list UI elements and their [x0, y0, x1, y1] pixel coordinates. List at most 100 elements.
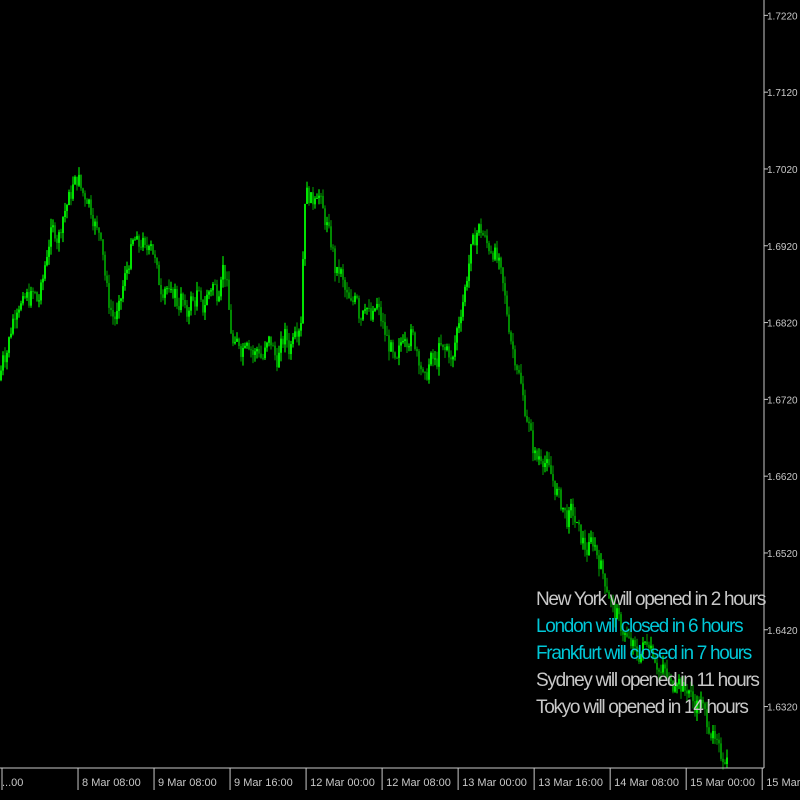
candle-body — [528, 421, 530, 424]
candle-body — [156, 257, 158, 265]
candle-body — [500, 257, 502, 268]
candle-body — [406, 339, 408, 348]
price-tick-label: 1.7220 — [767, 11, 798, 22]
candle-body — [450, 357, 452, 360]
candle-body — [0, 370, 2, 381]
candle-body — [12, 318, 14, 334]
session-tokyo: Tokyo will opened in 14 hours — [536, 697, 749, 718]
candle-body — [46, 256, 48, 266]
candle-body — [712, 730, 714, 739]
candle-body — [596, 545, 598, 556]
candle-body — [586, 549, 588, 556]
candle-body — [436, 358, 438, 367]
candle-body — [270, 336, 272, 346]
candle-body — [56, 238, 58, 243]
candle-body — [104, 254, 106, 276]
candle-body — [470, 244, 472, 264]
candle-body — [60, 232, 62, 234]
candle-body — [502, 267, 504, 284]
candle-body — [74, 176, 76, 185]
candle-body — [26, 292, 28, 298]
candle-body — [474, 234, 476, 246]
candle-body — [268, 336, 270, 343]
candle-body — [440, 343, 442, 345]
candle-body — [146, 244, 148, 251]
candle-body — [238, 338, 240, 347]
candle-body — [10, 333, 12, 338]
candle-body — [266, 342, 268, 348]
candle-body — [140, 246, 142, 248]
candle-body — [426, 372, 428, 380]
candle-body — [202, 299, 204, 313]
candle-body — [176, 289, 178, 307]
candle-body — [376, 303, 378, 309]
candle-body — [446, 346, 448, 351]
candle-body — [278, 352, 280, 368]
candle-body — [98, 227, 100, 233]
candle-body — [34, 292, 36, 294]
candle-body — [150, 244, 152, 247]
price-tick-label: 1.7020 — [767, 165, 798, 176]
candle-body — [166, 288, 168, 290]
candle-body — [230, 309, 232, 334]
candle-body — [220, 279, 222, 297]
candle-body — [38, 300, 40, 302]
candle-body — [286, 329, 288, 341]
candle-body — [578, 522, 580, 525]
candle-body — [380, 307, 382, 322]
candle-body — [8, 337, 10, 353]
candle-body — [194, 300, 196, 307]
time-tick-label: 9 Mar 08:00 — [158, 777, 217, 789]
candle-body — [262, 357, 264, 359]
candle-body — [344, 279, 346, 290]
candle-body — [530, 423, 532, 431]
candle-body — [554, 480, 556, 495]
candle-body — [354, 295, 356, 302]
candle-body — [550, 465, 552, 475]
candle-body — [360, 318, 362, 320]
candle-body — [78, 174, 80, 186]
candle-body — [180, 293, 182, 311]
candle-body — [524, 395, 526, 416]
candle-body — [284, 329, 286, 345]
candle-body — [66, 205, 68, 211]
candle-body — [724, 762, 726, 765]
candle-body — [362, 310, 364, 320]
candle-body — [494, 247, 496, 260]
candle-body — [714, 730, 716, 739]
candle-body — [336, 266, 338, 274]
candle-body — [460, 316, 462, 324]
candle-body — [100, 232, 102, 240]
candle-body — [132, 239, 134, 245]
candle-body — [330, 226, 332, 248]
candle-body — [444, 347, 446, 351]
candle-body — [720, 743, 722, 759]
candle-body — [212, 283, 214, 291]
candle-body — [434, 358, 436, 360]
candle-body — [396, 357, 398, 359]
candle-body — [178, 306, 180, 311]
candle-body — [214, 283, 216, 285]
candle-body — [144, 237, 146, 245]
candle-body — [366, 307, 368, 310]
candle-body — [486, 235, 488, 244]
candle-body — [594, 545, 596, 547]
candle-body — [472, 234, 474, 245]
candle-body — [552, 474, 554, 481]
candle-body — [276, 355, 278, 368]
candle-body — [422, 369, 424, 372]
candle-body — [418, 351, 420, 366]
candle-body — [468, 263, 470, 282]
candle-body — [68, 192, 70, 206]
candle-body — [570, 503, 572, 511]
candle-body — [430, 352, 432, 365]
candle-body — [346, 289, 348, 293]
candle-body — [148, 246, 150, 251]
time-tick-label: 13 Mar 16:00 — [538, 777, 603, 789]
time-tick-label: 9 Mar 16:00 — [234, 777, 293, 789]
candle-body — [386, 334, 388, 336]
candle-body — [466, 281, 468, 287]
candle-body — [240, 346, 242, 357]
candle-body — [292, 337, 294, 345]
candle-body — [48, 246, 50, 257]
